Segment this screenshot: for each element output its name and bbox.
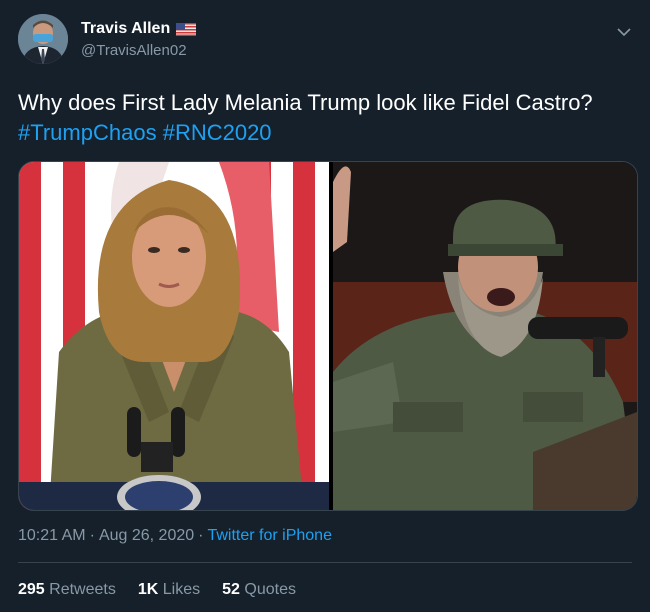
display-name[interactable]: Travis Allen xyxy=(81,20,170,38)
us-flag-icon xyxy=(176,22,197,36)
tweet-text: Why does First Lady Melania Trump look l… xyxy=(18,88,618,148)
source-link[interactable]: Twitter for iPhone xyxy=(207,527,332,545)
avatar[interactable] xyxy=(18,14,68,64)
handle[interactable]: @TravisAllen02 xyxy=(81,42,187,59)
quotes-label: Quotes xyxy=(244,581,296,598)
likes-label: Likes xyxy=(162,581,201,598)
photo-melania[interactable] xyxy=(19,162,329,510)
quotes-stat[interactable]: 52 Quotes xyxy=(222,581,296,599)
divider xyxy=(18,562,632,563)
tweet-card: Travis Allen @TravisAllen02 Why does Fir… xyxy=(0,0,650,612)
retweets-count: 295 xyxy=(18,581,45,598)
date-link[interactable]: Aug 26, 2020 xyxy=(99,527,194,545)
media-grid[interactable] xyxy=(18,161,638,511)
hashtag-link[interactable]: #RNC2020 xyxy=(163,120,272,145)
engagement-stats: 295 Retweets 1K Likes 52 Quotes xyxy=(18,581,296,599)
quotes-count: 52 xyxy=(222,581,240,598)
likes-stat[interactable]: 1K Likes xyxy=(138,581,200,599)
separator: · xyxy=(198,527,204,544)
separator: · xyxy=(89,527,95,544)
tweet-timestamp: 10:21 AM · Aug 26, 2020 · Twitter for iP… xyxy=(18,527,332,545)
chevron-down-icon[interactable] xyxy=(614,22,634,42)
tweet-body: Why does First Lady Melania Trump look l… xyxy=(18,90,593,115)
time-link[interactable]: 10:21 AM xyxy=(18,527,86,545)
likes-count: 1K xyxy=(137,581,159,598)
retweets-label: Retweets xyxy=(49,581,116,598)
retweets-stat[interactable]: 295 Retweets xyxy=(18,581,116,599)
author-name-row: Travis Allen xyxy=(81,20,197,38)
hashtag-link[interactable]: #TrumpChaos xyxy=(18,120,157,145)
avatar-photo xyxy=(18,14,68,64)
photo-castro[interactable] xyxy=(333,162,637,510)
